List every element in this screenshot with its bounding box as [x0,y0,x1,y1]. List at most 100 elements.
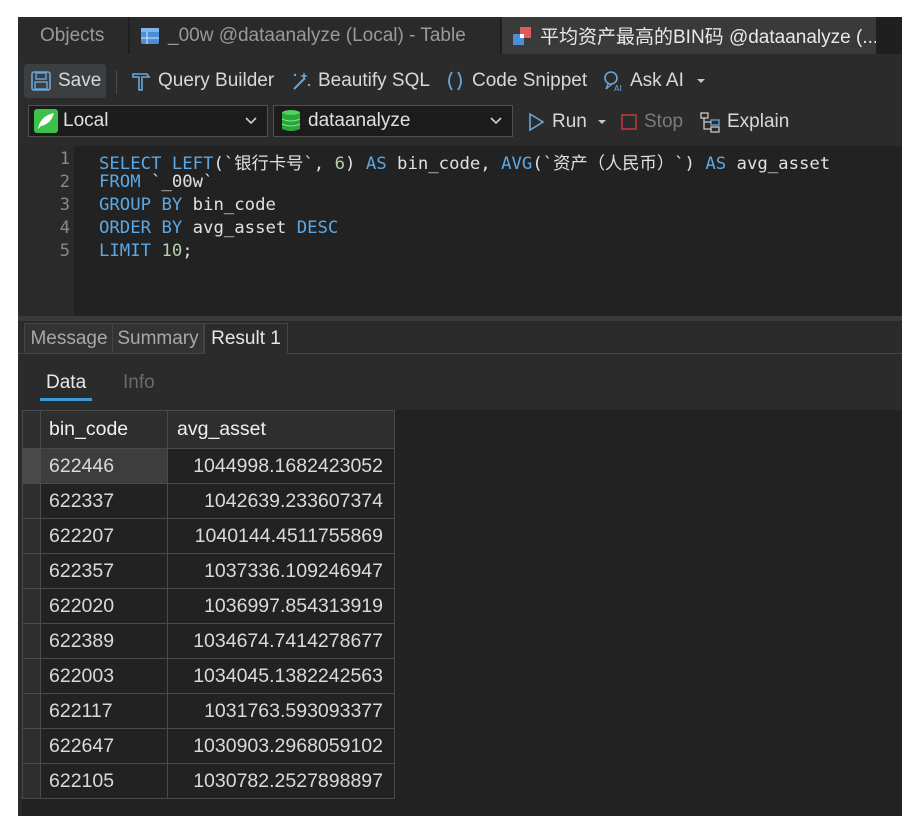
code-line: FROM `_00w` [99,172,213,192]
toolbar-divider [116,70,117,94]
tab-info[interactable]: Info [123,372,155,394]
table-row[interactable]: 622389 1034674.7414278677 [22,623,395,659]
ask-ai-label: Ask AI [630,70,684,91]
code-line: SELECT LEFT(`银行卡号`, 6) AS bin_code, AVG(… [99,149,830,174]
sql-keyword: DESC [296,218,339,238]
cell-bin-code[interactable]: 622105 [40,763,168,799]
query-icon [513,26,531,45]
query-builder-label: Query Builder [158,70,275,91]
tab-summary[interactable]: Summary [112,323,204,354]
stop-label: Stop [644,111,684,132]
table-row[interactable]: 622446 1044998.1682423052 [22,448,395,484]
row-header[interactable] [22,588,41,624]
cell-avg-asset[interactable]: 1030782.2527898897 [167,763,395,799]
cell-avg-asset[interactable]: 1037336.109246947 [167,553,395,589]
tab-data[interactable]: Data [46,372,86,394]
save-button[interactable]: Save [24,64,106,98]
table-row[interactable]: 622105 1030782.2527898897 [22,763,395,799]
code-snippet-button[interactable]: Code Snippet [444,64,587,98]
cell-avg-asset[interactable]: 1034674.7414278677 [167,623,395,659]
tab-result-1[interactable]: Result 1 [204,323,288,354]
table-icon [141,27,159,44]
ask-ai-button[interactable]: AI Ask AI [602,64,706,98]
code-snippet-label: Code Snippet [472,70,588,91]
table-row[interactable]: 622207 1040144.4511755869 [22,518,395,554]
tab-query[interactable]: 平均资产最高的BIN码 @dataanalyze (... [502,17,876,54]
code-line: GROUP BY bin_code [99,195,276,215]
row-header[interactable] [22,483,41,519]
sql-editor[interactable]: 1 2 3 4 5 SELECT LEFT(`银行卡号`, 6) AS bin_… [18,146,902,316]
table-row[interactable]: 622337 1042639.233607374 [22,483,395,519]
tab-message-label: Message [30,327,108,349]
cell-avg-asset[interactable]: 1044998.1682423052 [167,448,395,484]
table-row[interactable]: 622117 1031763.593093377 [22,693,395,729]
sql-keyword: BY [161,218,183,238]
explain-button[interactable]: Explain [699,105,789,139]
ai-assistant-icon: AI [604,71,622,92]
cell-avg-asset[interactable]: 1034045.1382242563 [167,658,395,694]
tab-objects[interactable]: Objects [18,17,128,54]
cell-avg-asset[interactable]: 1030903.2968059102 [167,728,395,764]
stop-button[interactable]: Stop [620,105,683,139]
beautify-sql-label: Beautify SQL [318,70,430,91]
row-header[interactable] [22,623,41,659]
code-line: LIMIT 10; [99,241,193,261]
cell-bin-code[interactable]: 622117 [40,693,168,729]
cell-avg-asset[interactable]: 1040144.4511755869 [167,518,395,554]
connection-toolbar: Local dataanalyze Run Stop Explain [18,105,902,141]
sql-keyword: AS [705,154,727,174]
sql-text: ) [345,154,366,174]
result-grid-area: bin_code avg_asset 622446 1044998.1682423… [22,410,902,816]
table-row[interactable]: 622020 1036997.854313919 [22,588,395,624]
cell-bin-code[interactable]: 622446 [40,448,168,484]
tab-message[interactable]: Message [24,323,114,354]
cell-bin-code[interactable]: 622020 [40,588,168,624]
tab-result-1-label: Result 1 [211,327,281,349]
beautify-sql-button[interactable]: Beautify SQL [290,64,430,98]
cell-bin-code[interactable]: 622647 [40,728,168,764]
row-header[interactable] [22,693,41,729]
cell-bin-code[interactable]: 622389 [40,623,168,659]
table-row[interactable]: 622357 1037336.109246947 [22,553,395,589]
database-icon [281,110,301,131]
dropdown-arrow-icon [696,79,705,83]
sql-text: ; [182,241,193,261]
cell-avg-asset[interactable]: 1036997.854313919 [167,588,395,624]
column-header-avg-asset[interactable]: avg_asset [167,410,395,449]
tab-table[interactable]: _00w @dataanalyze (Local) - Table [130,17,500,54]
row-header[interactable] [22,553,41,589]
table-row[interactable]: 622647 1030903.2968059102 [22,728,395,764]
cell-avg-asset[interactable]: 1042639.233607374 [167,483,395,519]
cell-bin-code[interactable]: 622003 [40,658,168,694]
run-button[interactable]: Run [526,105,607,139]
cell-avg-asset[interactable]: 1031763.593093377 [167,693,395,729]
cell-bin-code[interactable]: 622337 [40,483,168,519]
row-header[interactable] [22,728,41,764]
sql-number: 10 [161,241,183,261]
column-header-bin-code[interactable]: bin_code [40,410,168,449]
play-icon [529,112,545,132]
cell-bin-code[interactable]: 622207 [40,518,168,554]
tab-objects-label: Objects [40,24,105,46]
line-number: 4 [59,218,70,238]
sql-keyword: AVG [501,154,533,174]
row-header[interactable] [22,763,41,799]
server-select[interactable]: Local [28,105,268,137]
sql-text: (`资产（人民币）`) [532,154,706,174]
table-row[interactable]: 622003 1034045.1382242563 [22,658,395,694]
hammer-icon [132,73,151,91]
row-header[interactable] [22,658,41,694]
tab-table-label: _00w @dataanalyze (Local) - Table [168,24,466,46]
sql-keyword: ORDER [99,218,152,238]
row-header[interactable] [22,518,41,554]
sql-keyword: BY [161,195,183,215]
database-select[interactable]: dataanalyze [273,105,513,137]
row-header-corner[interactable] [22,410,41,449]
row-header[interactable] [22,448,41,484]
code-line: ORDER BY avg_asset DESC [99,218,338,238]
query-builder-button[interactable]: Query Builder [130,64,274,98]
cell-bin-code[interactable]: 622357 [40,553,168,589]
